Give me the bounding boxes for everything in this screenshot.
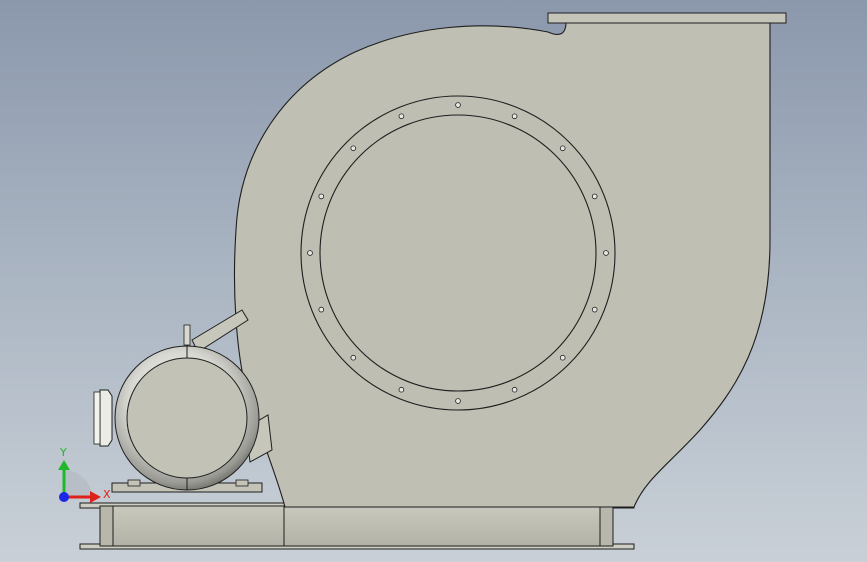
bolt-hole (350, 354, 357, 361)
bolt-hole (318, 193, 325, 200)
bolt-hole (603, 250, 609, 256)
motor-lifting-eye (183, 324, 191, 346)
bolt-hole (559, 145, 566, 152)
bolt-hole (398, 113, 405, 120)
motor (93, 324, 263, 493)
base-frame (79, 502, 635, 550)
motor-end-shield (99, 389, 113, 447)
coordinate-triad: Y X (58, 446, 111, 503)
z-axis-dot (59, 492, 69, 502)
bolt-hole (398, 386, 405, 393)
y-axis-label: Y (59, 446, 67, 459)
bolt-hole (511, 386, 518, 393)
outlet-flange (547, 12, 787, 24)
bolt-hole (455, 398, 461, 404)
fan-assembly-drawing: Y X (58, 12, 787, 550)
bolt-hole (307, 250, 313, 256)
motor-face (126, 357, 248, 479)
bolt-hole (318, 306, 325, 313)
x-axis-label: X (103, 488, 111, 501)
inlet-opening (319, 114, 597, 392)
bolt-hole (455, 102, 461, 108)
bolt-hole (350, 145, 357, 152)
bolt-hole (591, 306, 598, 313)
bolt-hole (559, 354, 566, 361)
bolt-hole (591, 193, 598, 200)
bolt-hole (511, 113, 518, 120)
cad-viewport[interactable]: Y X (0, 0, 867, 562)
